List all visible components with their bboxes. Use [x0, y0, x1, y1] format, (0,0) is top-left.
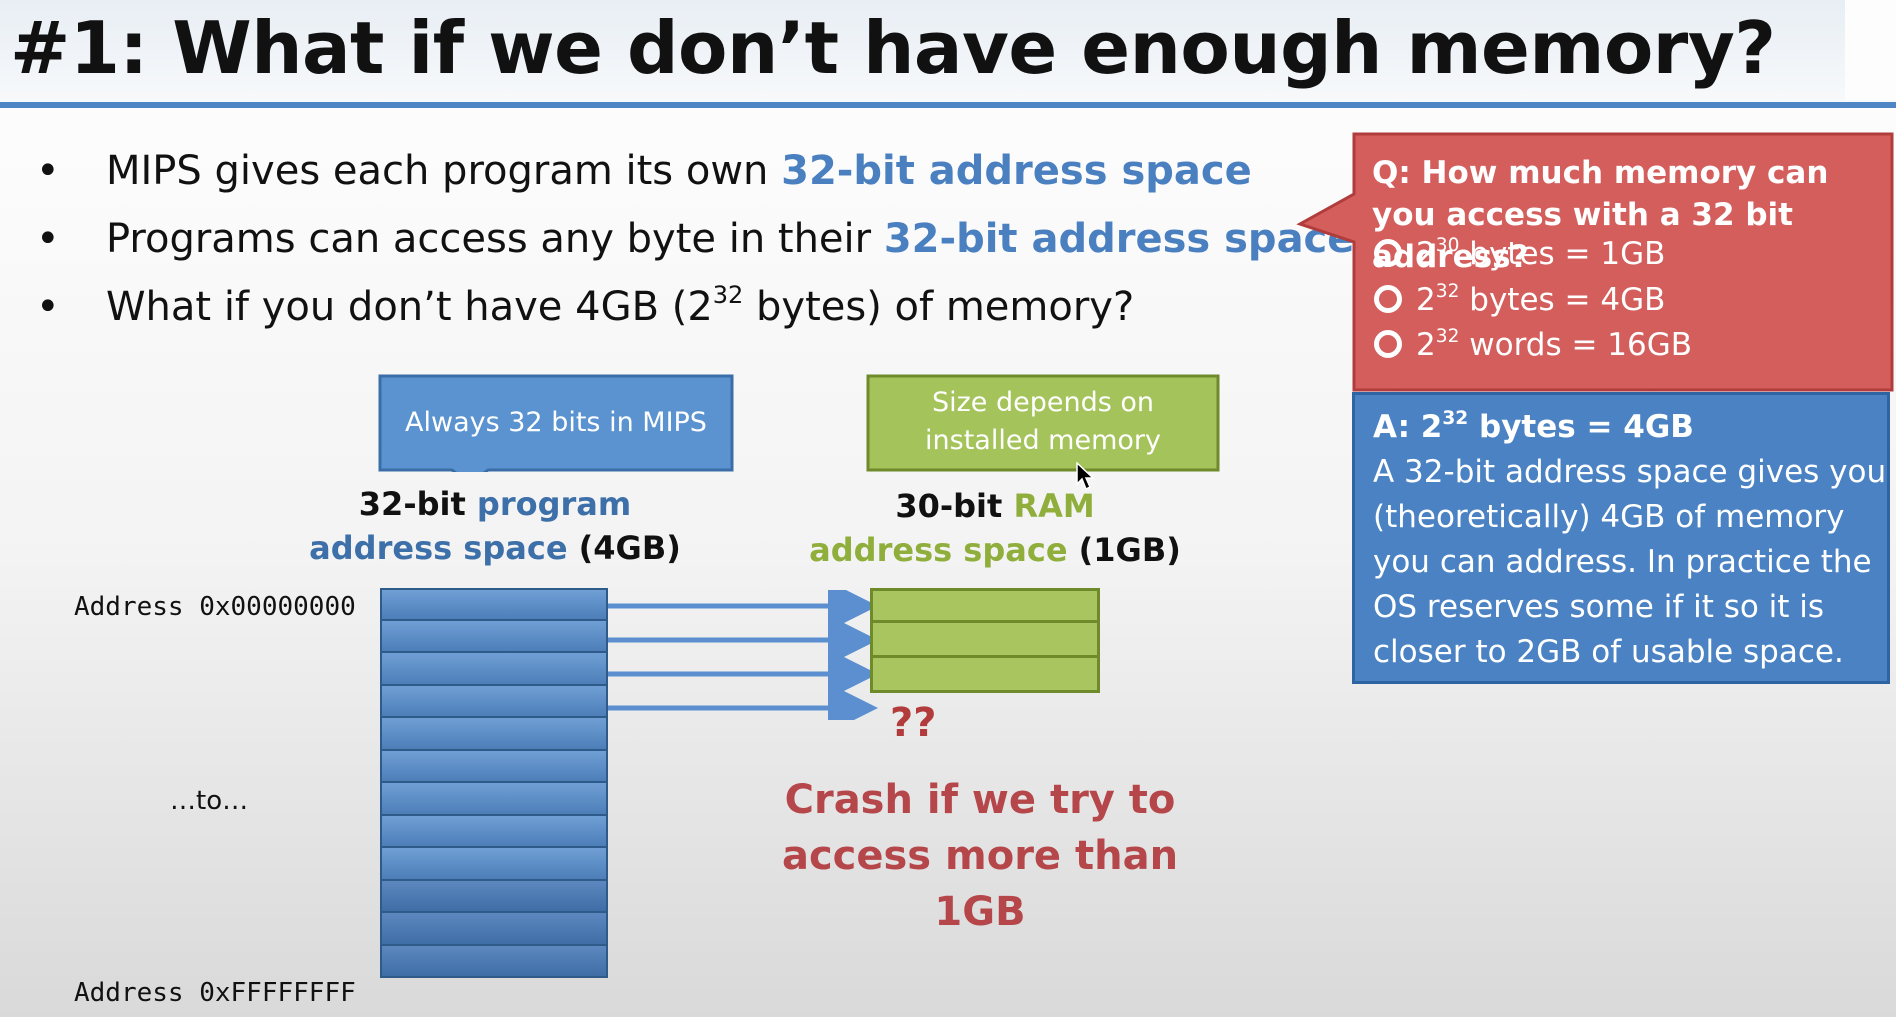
address-start-label: Address 0x00000000: [74, 592, 356, 622]
program-memory-cell: [380, 588, 608, 621]
program-memory-cell: [380, 750, 608, 783]
program-memory-cell: [380, 945, 608, 978]
program-memory-cell: [380, 880, 608, 913]
quiz-option[interactable]: 232 bytes = 4GB: [1374, 282, 1665, 318]
program-memory-cell: [380, 815, 608, 848]
quiz-answer-box: A: 232 bytes = 4GB A 32-bit address spac…: [1352, 392, 1890, 684]
program-heading-bold: 32-bit: [358, 485, 477, 523]
address-mid-label: …to…: [170, 786, 249, 816]
crash-line-1: Crash if we try to: [784, 777, 1176, 823]
ram-heading-line2-colored: address space: [809, 531, 1068, 569]
program-callout-label: Always 32 bits in MIPS: [405, 407, 707, 438]
ram-heading: 30-bit RAM address space (1GB): [800, 484, 1190, 572]
bullet-text: MIPS gives each program its own: [106, 148, 782, 194]
slide-title: #1: What if we don’t have enough memory?: [10, 6, 1776, 90]
quiz-answer-heading: A: 232 bytes = 4GB: [1373, 407, 1694, 445]
address-end-label: Address 0xFFFFFFFF: [74, 978, 356, 1008]
ram-heading-bold: 30-bit: [895, 487, 1014, 525]
bullet-text: Programs can access any byte in their: [106, 216, 884, 262]
ram-callout-line1: Size depends on: [931, 387, 1155, 418]
crash-line-2: access more than 1GB: [781, 833, 1179, 935]
bullet-highlight: 32-bit address space: [883, 216, 1355, 262]
bullet-dot-icon: •: [36, 284, 60, 330]
quiz-question-box: Q: How much memory can you access with a…: [1296, 132, 1894, 392]
program-memory-cell: [380, 913, 608, 946]
program-address-stack: [380, 588, 608, 978]
mapping-arrows: [608, 590, 878, 720]
mouse-cursor-icon: [1076, 462, 1095, 491]
quiz-option[interactable]: 230 bytes = 1GB: [1374, 236, 1665, 272]
ram-memory-cell: [870, 588, 1100, 623]
ram-memory-cell: [870, 658, 1100, 693]
bullet-text: What if you don’t have 4GB (2: [106, 284, 713, 330]
program-heading-colored: program: [476, 485, 632, 523]
ram-heading-colored: RAM: [1013, 487, 1095, 525]
program-memory-cell: [380, 653, 608, 686]
ram-callout: Size depends on installed memory: [866, 374, 1220, 472]
program-memory-cell: [380, 718, 608, 751]
crash-message: Crash if we try to access more than 1GB: [740, 772, 1220, 940]
radio-icon[interactable]: [1374, 329, 1402, 358]
program-heading-line2-rest: (4GB): [567, 529, 681, 567]
program-heading-line2-colored: address space: [309, 529, 568, 567]
program-heading: 32-bit program address space (4GB): [300, 482, 690, 570]
quiz-option[interactable]: 232 words = 16GB: [1374, 327, 1692, 363]
ram-heading-line2-rest: (1GB): [1067, 531, 1181, 569]
title-bar: #1: What if we don’t have enough memory?: [0, 0, 1896, 102]
program-memory-cell: [380, 783, 608, 816]
program-callout: Always 32 bits in MIPS: [378, 374, 734, 472]
bullet-dot-icon: •: [36, 216, 60, 262]
program-memory-cell: [380, 848, 608, 881]
slide: #1: What if we don’t have enough memory?…: [0, 0, 1896, 1017]
quiz-answer-body: A 32-bit address space gives you (theore…: [1373, 454, 1887, 670]
ram-address-stack: [870, 588, 1100, 693]
ram-callout-line2: installed memory: [925, 425, 1161, 456]
title-corner: [1845, 0, 1896, 100]
ram-memory-cell: [870, 623, 1100, 658]
radio-icon[interactable]: [1374, 238, 1402, 267]
bullet-text-rest: bytes) of memory?: [743, 284, 1135, 330]
bullet-dot-icon: •: [36, 148, 60, 194]
program-memory-cell: [380, 620, 608, 653]
bullet-highlight: 32-bit address space: [781, 148, 1252, 194]
radio-icon[interactable]: [1374, 284, 1402, 313]
program-memory-cell: [380, 685, 608, 718]
bullet-superscript: 32: [712, 281, 744, 310]
unmapped-question-marks: ??: [890, 700, 937, 746]
title-underline: [0, 102, 1896, 108]
